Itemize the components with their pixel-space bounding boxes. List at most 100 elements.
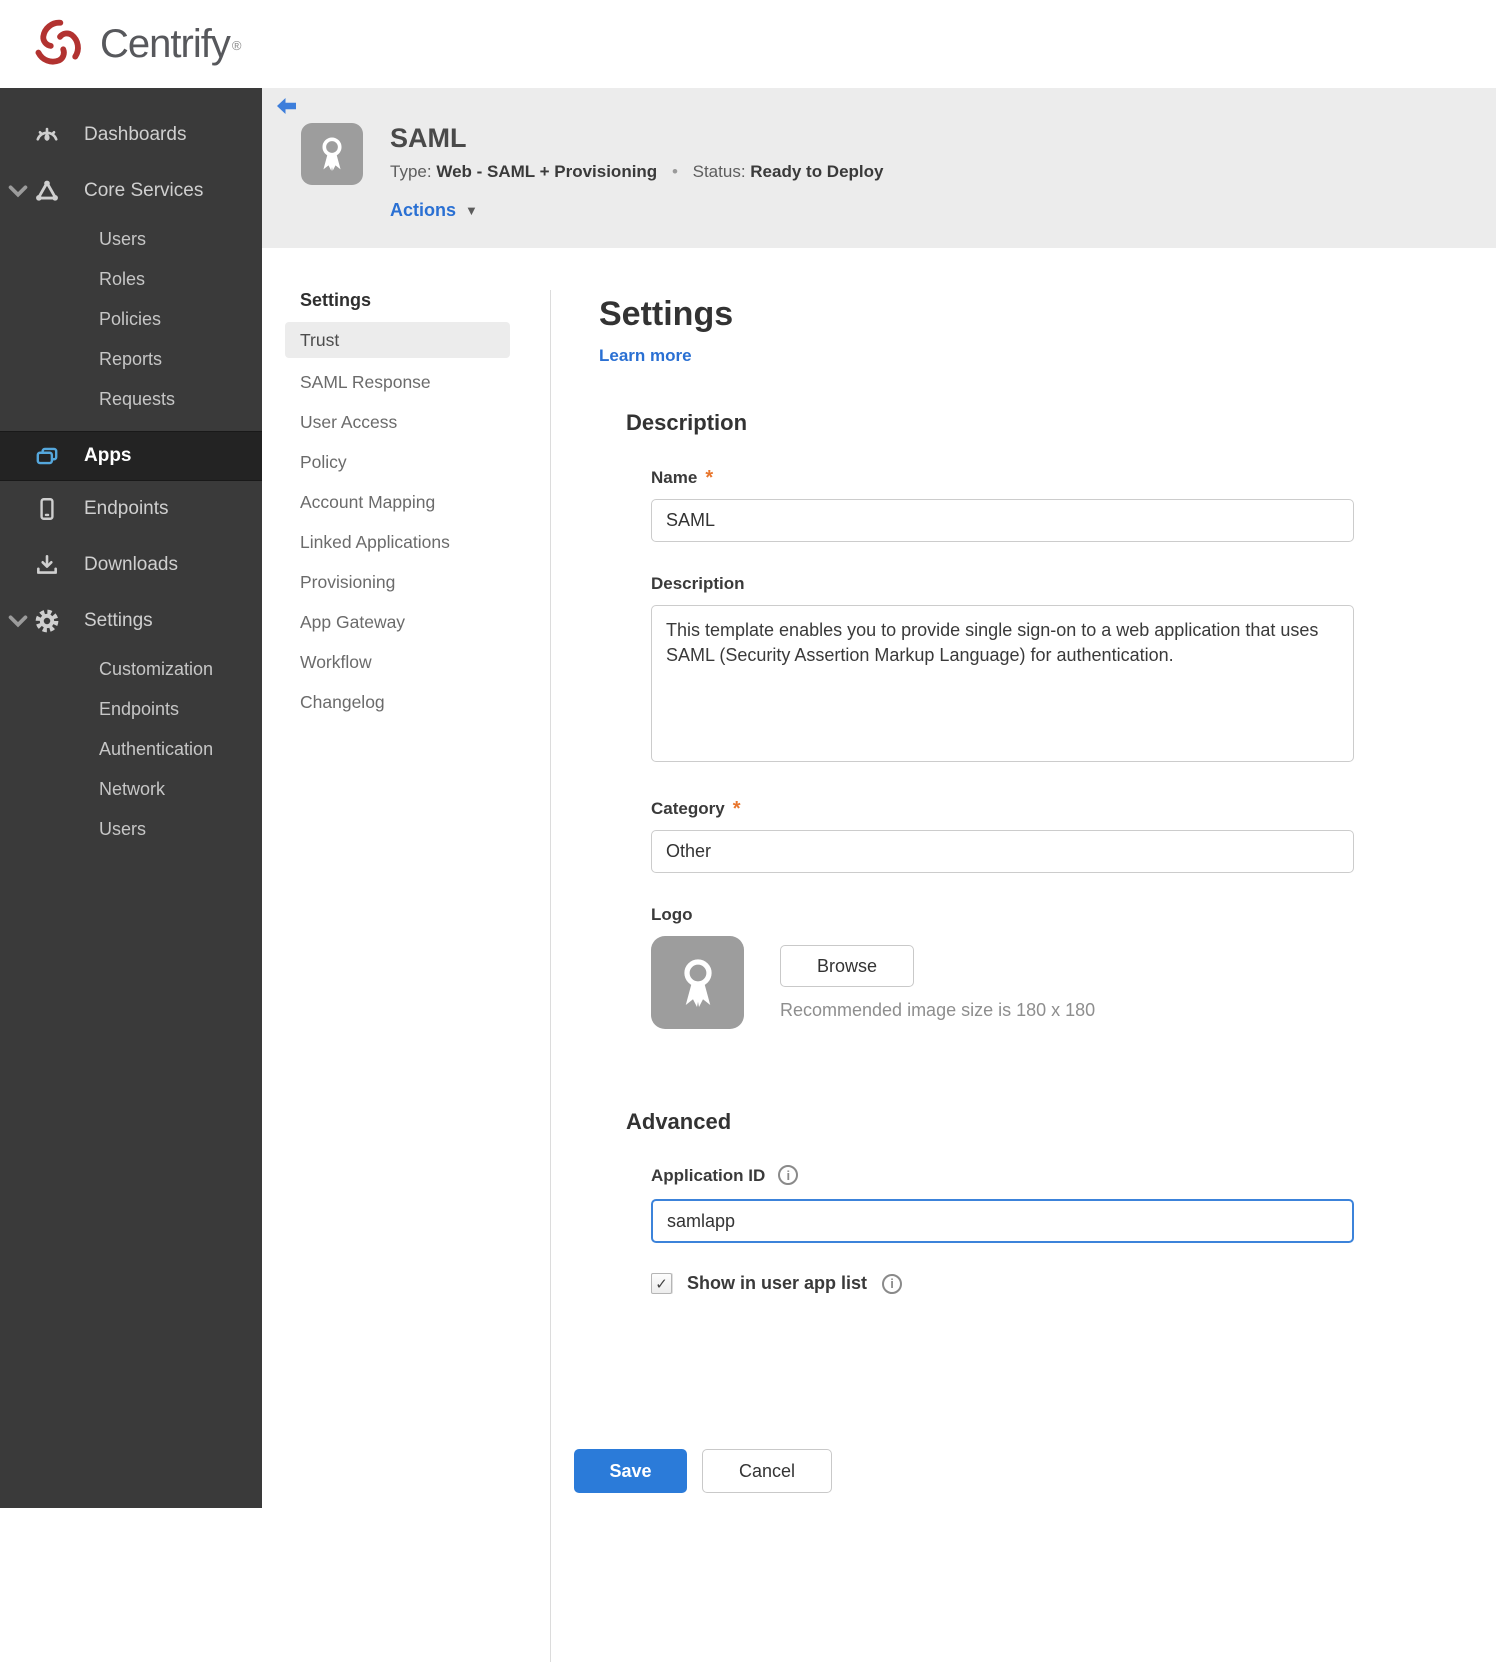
subnav-item-label: User Access [300, 411, 398, 432]
sidebar-item-downloads[interactable]: Downloads [0, 537, 262, 593]
form-buttons: Save Cancel [574, 1449, 1456, 1493]
description-textarea[interactable]: This template enables you to provide sin… [651, 605, 1354, 762]
apps-icon [36, 447, 58, 465]
centrify-swirl-icon [35, 19, 81, 65]
subnav-item-label: App Gateway [300, 611, 406, 632]
sidebar-subitem-label: Reports [99, 348, 163, 369]
sidebar-item-customization[interactable]: Customization [0, 649, 262, 689]
name-input[interactable] [651, 499, 1354, 542]
settings-panel: Settings Learn more Description Name * S… [550, 248, 1496, 1513]
logo-field: Logo Browse Recommended image size is 18… [651, 905, 1456, 1029]
description-section-heading: Description [626, 410, 748, 435]
sidebar-subitem-label: Customization [99, 658, 214, 679]
subnav-item-provisioning[interactable]: Provisioning [285, 562, 510, 602]
sidebar-item-core-services[interactable]: Core Services [0, 163, 262, 219]
name-label: Name [651, 468, 698, 487]
brand-name: Centrify [100, 21, 231, 66]
sidebar-item-settings[interactable]: Settings [0, 593, 262, 649]
subnav-item-trust[interactable]: Trust [285, 322, 510, 358]
subnav-item-app-gateway[interactable]: App Gateway [285, 602, 510, 642]
chevron-down-icon[interactable] [5, 608, 31, 634]
sidebar-item-settings-users[interactable]: Users [0, 809, 262, 849]
chevron-down-icon[interactable] [5, 178, 31, 204]
sidebar-item-label: Apps [84, 445, 132, 466]
category-field: Category * [651, 799, 1456, 873]
meta-separator: • [671, 162, 678, 181]
sidebar-subitem-label: Authentication [99, 738, 214, 759]
category-label: Category [651, 799, 725, 818]
advanced-section-heading: Advanced [626, 1109, 732, 1134]
gauge-icon [36, 127, 58, 141]
sidebar-item-label: Core Services [84, 180, 204, 201]
top-bar: Centrify ® [0, 0, 1496, 88]
app-header: SAML Type: Web - SAML + Provisioning • S… [262, 88, 1496, 248]
vertical-divider [550, 290, 551, 1662]
sidebar-subitem-label: Users [99, 228, 147, 249]
sidebar-item-label: Downloads [84, 554, 178, 575]
subnav-item-label: Changelog [300, 691, 385, 712]
device-icon [40, 498, 54, 520]
back-arrow-icon[interactable] [276, 97, 297, 116]
subnav-item-workflow[interactable]: Workflow [285, 642, 510, 682]
learn-more-link[interactable]: Learn more [599, 346, 692, 366]
subnav-item-policy[interactable]: Policy [285, 442, 510, 482]
browse-button[interactable]: Browse [780, 945, 914, 987]
sidebar-subitem-label: Network [99, 778, 166, 799]
sidebar-item-policies[interactable]: Policies [0, 299, 262, 339]
sidebar-item-dashboards[interactable]: Dashboards [0, 107, 262, 163]
actions-dropdown[interactable]: Actions ▼ [390, 200, 478, 221]
sidebar-subitem-label: Policies [99, 308, 162, 329]
description-section: Description Name * Description [626, 410, 1456, 1029]
show-in-app-list-checkbox[interactable]: ✓ [651, 1273, 672, 1294]
category-input[interactable] [651, 830, 1354, 873]
sidebar-item-apps[interactable]: Apps [0, 431, 262, 481]
sidebar-item-requests[interactable]: Requests [0, 379, 262, 419]
sidebar-subitem-label: Users [99, 818, 147, 839]
sidebar-item-label: Dashboards [84, 124, 187, 145]
required-asterisk: * [732, 797, 741, 820]
subnav-item-label: SAML Response [300, 371, 431, 392]
subnav-item-label: Workflow [300, 651, 372, 672]
sidebar-subitem-label: Requests [99, 388, 176, 409]
subnav-item-linked-applications[interactable]: Linked Applications [285, 522, 510, 562]
subnav-item-saml-response[interactable]: SAML Response [285, 362, 510, 402]
sidebar-subitem-label: Roles [99, 268, 146, 289]
application-id-input[interactable] [651, 1199, 1354, 1243]
logo-size-hint: Recommended image size is 180 x 180 [780, 1000, 1096, 1020]
sidebar-item-network[interactable]: Network [0, 769, 262, 809]
logo-label: Logo [651, 905, 693, 924]
show-in-app-list-row: ✓ Show in user app list i [651, 1273, 1456, 1294]
subnav-heading: Settings [300, 290, 372, 310]
name-field: Name * [651, 468, 1456, 542]
caret-down-icon: ▼ [465, 203, 478, 218]
sidebar-item-roles[interactable]: Roles [0, 259, 262, 299]
actions-label: Actions [390, 200, 457, 220]
subnav-item-account-mapping[interactable]: Account Mapping [285, 482, 510, 522]
page-title: Settings [599, 295, 734, 333]
sidebar-item-users[interactable]: Users [0, 219, 262, 259]
save-button[interactable]: Save [574, 1449, 687, 1493]
description-label: Description [651, 574, 745, 593]
cancel-button[interactable]: Cancel [702, 1449, 832, 1493]
sidebar-item-settings-endpoints[interactable]: Endpoints [0, 689, 262, 729]
app-meta: Type: Web - SAML + Provisioning • Status… [390, 162, 883, 182]
info-icon[interactable]: i [778, 1165, 799, 1185]
app-logo-badge [301, 123, 363, 185]
sidebar-item-reports[interactable]: Reports [0, 339, 262, 379]
subnav-item-user-access[interactable]: User Access [285, 402, 510, 442]
info-icon[interactable]: i [882, 1273, 903, 1294]
app-title: SAML [390, 123, 467, 153]
advanced-section: Advanced Application ID i ✓ Show in user… [626, 1109, 1456, 1294]
show-in-app-list-label: Show in user app list [687, 1273, 868, 1293]
sidebar: Dashboards Core Services Users Roles Pol… [0, 88, 262, 1508]
app-settings-subnav: Settings Trust SAML Response User Access… [262, 248, 550, 1513]
core-services-icon [36, 180, 58, 201]
subnav-item-changelog[interactable]: Changelog [285, 682, 510, 722]
sidebar-item-endpoints[interactable]: Endpoints [0, 481, 262, 537]
ribbon-icon [322, 137, 342, 171]
application-id-field: Application ID i [651, 1165, 1456, 1243]
sidebar-item-authentication[interactable]: Authentication [0, 729, 262, 769]
centrify-admin-page: Centrify ® Dashboards Core Services User… [0, 0, 1496, 1662]
ribbon-icon [683, 958, 712, 1007]
logo-preview [651, 936, 744, 1029]
